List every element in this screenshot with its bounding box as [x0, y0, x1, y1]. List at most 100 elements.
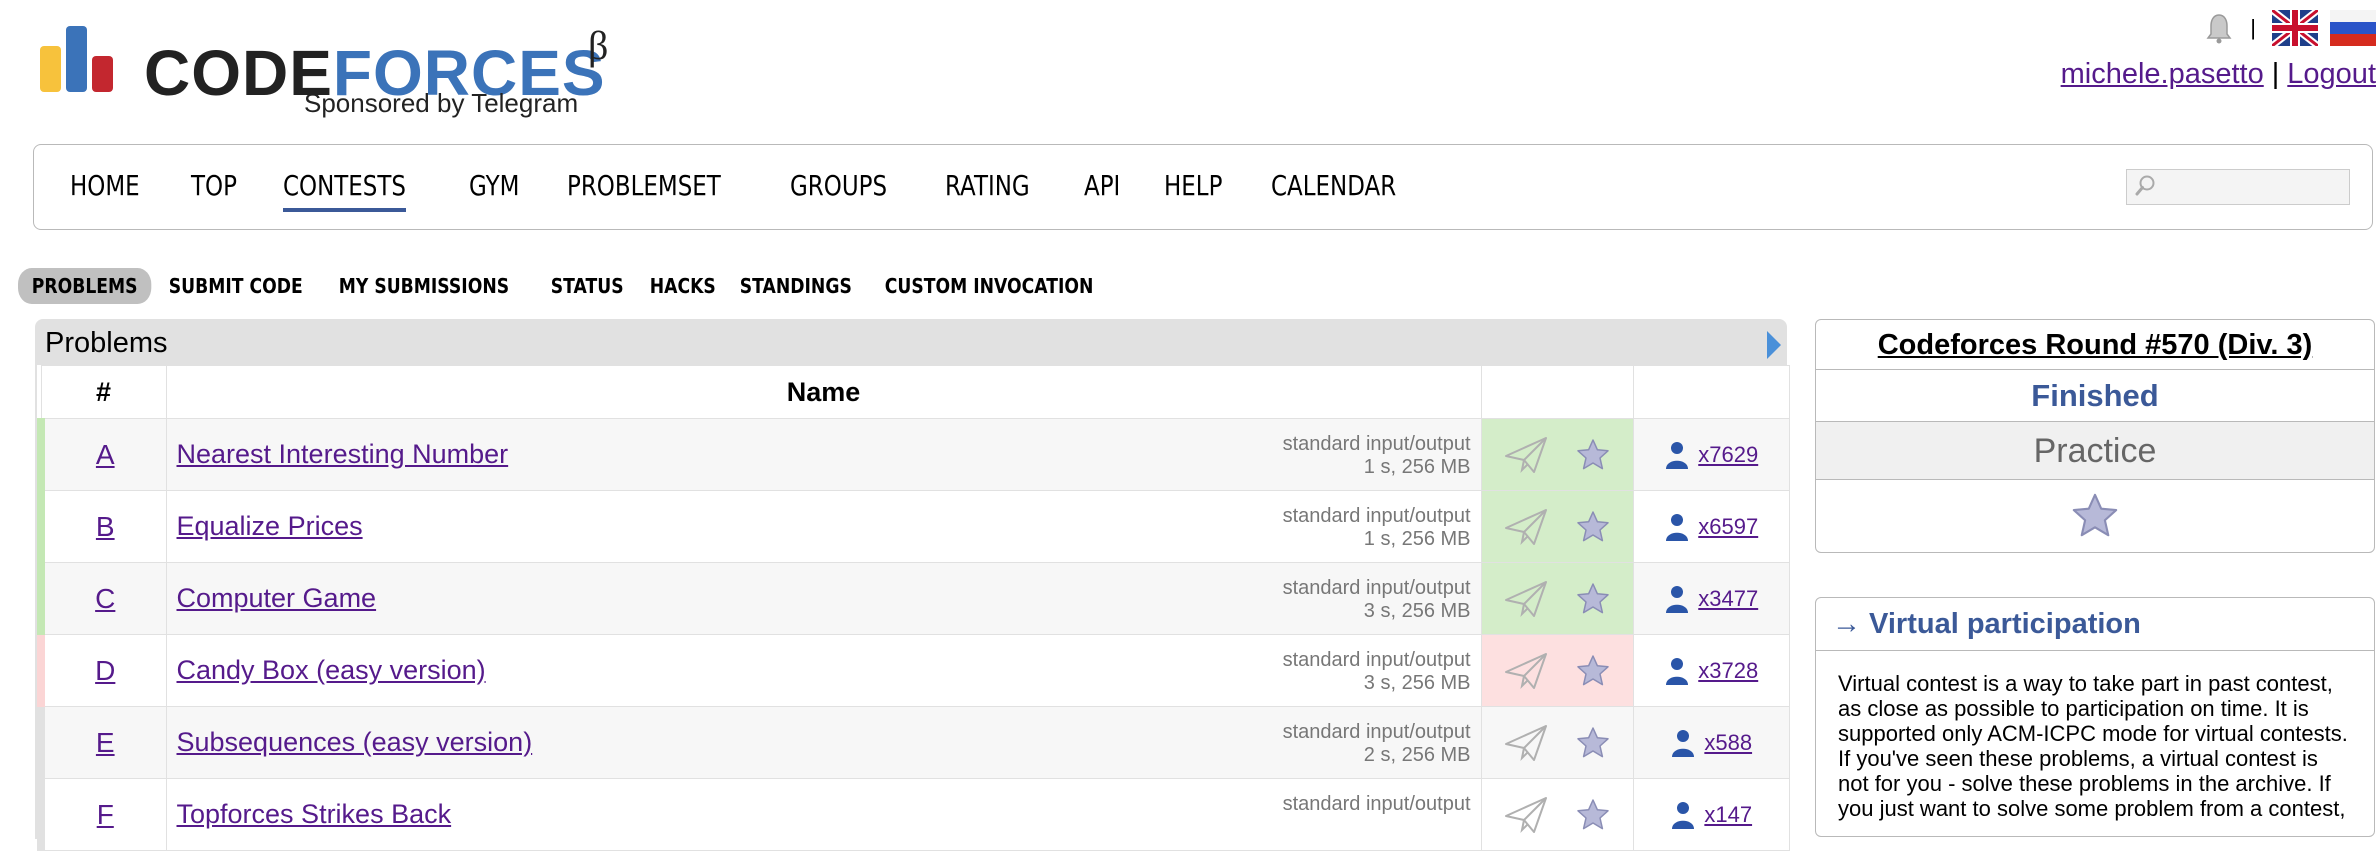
nav-help[interactable]: HELP	[1164, 169, 1222, 202]
logout-link[interactable]: Logout	[2287, 58, 2376, 90]
problem-actions-cell	[1480, 706, 1634, 779]
table-row: B Equalize Prices standard input/output …	[37, 490, 1790, 563]
favourite-star-icon[interactable]	[1576, 654, 1610, 688]
problem-index-cell: D	[37, 634, 167, 707]
contest-favourite-star-icon[interactable]	[2070, 492, 2120, 540]
nav-contests[interactable]: CONTESTS	[282, 169, 406, 212]
problem-solved-cell: x3477	[1632, 562, 1790, 635]
search-input[interactable]	[2126, 169, 2350, 205]
problem-limits: standard input/output 1 s, 256 MB	[1283, 505, 1471, 551]
problem-solved-cell: x3728	[1632, 634, 1790, 707]
virtual-participation-text: Virtual contest is a way to take part in…	[1838, 671, 2348, 821]
virtual-participation-title: → Virtual participation	[1816, 598, 2374, 651]
problem-time-memory: 3 s, 256 MB	[1363, 672, 1471, 694]
favourite-star-icon[interactable]	[1576, 510, 1610, 544]
problem-index-link[interactable]: E	[96, 727, 115, 758]
nav-gym[interactable]: GYM	[469, 169, 519, 202]
problem-index-link[interactable]: A	[96, 439, 115, 470]
expand-arrow-icon[interactable]	[1767, 331, 1781, 359]
nav-api[interactable]: API	[1084, 169, 1120, 202]
solved-count-link[interactable]: x3477	[1698, 586, 1758, 611]
main-menu: HOME TOP CONTESTS GYM PROBLEMSET GROUPS …	[33, 144, 2373, 230]
tab-problems[interactable]: PROBLEMS	[18, 268, 152, 304]
problem-index-cell: B	[37, 490, 167, 563]
submit-plane-icon[interactable]	[1504, 652, 1548, 690]
problem-actions-cell	[1480, 778, 1634, 851]
contest-info-box: Codeforces Round #570 (Div. 3) Finished …	[1815, 319, 2375, 553]
username-link[interactable]: michele.pasetto	[2061, 58, 2264, 90]
search-icon	[2135, 175, 2155, 196]
user-icon	[1671, 729, 1694, 757]
flag-uk-icon[interactable]	[2272, 10, 2318, 46]
nav-groups[interactable]: GROUPS	[790, 169, 887, 202]
codeforces-logo[interactable]: CODEFORCES β Sponsored by Telegram	[40, 22, 640, 122]
contest-name-row: Codeforces Round #570 (Div. 3)	[1816, 320, 2374, 370]
problem-index-link[interactable]: C	[95, 583, 115, 614]
user-icon	[1671, 801, 1694, 829]
problem-actions-cell	[1480, 490, 1634, 563]
solved-count-link[interactable]: x147	[1704, 802, 1752, 827]
problem-io: standard input/output	[1282, 793, 1471, 815]
col-actions-header	[1480, 365, 1634, 419]
tab-custom-invocation[interactable]: CUSTOM INVOCATION	[871, 268, 1107, 304]
contest-mode: Practice	[1816, 422, 2374, 480]
table-row: C Computer Game standard input/output 3 …	[37, 562, 1790, 635]
problems-box: Problems # Name A Nearest Interesting Nu…	[35, 319, 1790, 851]
nav-rating[interactable]: RATING	[945, 169, 1030, 202]
problem-name-cell: Computer Game standard input/output 3 s,…	[165, 562, 1482, 635]
favourite-star-icon[interactable]	[1576, 726, 1610, 760]
tab-my-submissions[interactable]: MY SUBMISSIONS	[325, 268, 523, 304]
problem-io: standard input/output	[1282, 433, 1471, 455]
table-row: D Candy Box (easy version) standard inpu…	[37, 634, 1790, 707]
problem-time-memory: 3 s, 256 MB	[1363, 600, 1471, 622]
tab-standings[interactable]: STANDINGS	[726, 268, 866, 304]
submit-plane-icon[interactable]	[1504, 508, 1548, 546]
problems-title: Problems	[45, 327, 168, 359]
submit-plane-icon[interactable]	[1504, 796, 1548, 834]
nav-calendar[interactable]: CALENDAR	[1271, 169, 1396, 202]
submit-plane-icon[interactable]	[1504, 724, 1548, 762]
problem-name-link[interactable]: Subsequences (easy version)	[177, 727, 533, 757]
user-icon	[1665, 585, 1688, 613]
table-header-row: # Name	[40, 365, 1790, 419]
problem-limits: standard input/output 2 s, 256 MB	[1283, 721, 1471, 767]
flag-ru-icon[interactable]	[2330, 10, 2376, 46]
problem-io: standard input/output	[1282, 577, 1471, 599]
solved-count-link[interactable]: x3728	[1698, 658, 1758, 683]
header-user-area: | michele.pasetto | Logout	[2061, 8, 2376, 91]
table-row: A Nearest Interesting Number standard in…	[37, 418, 1790, 491]
logo-beta: β	[588, 23, 609, 68]
nav-top[interactable]: TOP	[191, 169, 237, 202]
solved-count-link[interactable]: x588	[1704, 730, 1752, 755]
solved-count-link[interactable]: x6597	[1698, 514, 1758, 539]
problem-name-link[interactable]: Topforces Strikes Back	[177, 799, 452, 829]
submit-plane-icon[interactable]	[1504, 436, 1548, 474]
problem-index-cell: C	[37, 562, 167, 635]
problem-name-link[interactable]: Nearest Interesting Number	[177, 439, 509, 469]
problem-name-cell: Subsequences (easy version) standard inp…	[165, 706, 1482, 779]
tab-submit-code[interactable]: SUBMIT CODE	[155, 268, 316, 304]
favourite-star-icon[interactable]	[1576, 438, 1610, 472]
problem-actions-cell	[1480, 634, 1634, 707]
nav-home[interactable]: HOME	[70, 169, 140, 202]
submit-plane-icon[interactable]	[1504, 580, 1548, 618]
problem-index-link[interactable]: F	[97, 799, 114, 830]
problem-io: standard input/output	[1282, 649, 1471, 671]
problem-name-link[interactable]: Candy Box (easy version)	[177, 655, 486, 685]
problem-name-link[interactable]: Equalize Prices	[177, 511, 363, 541]
favourite-star-icon[interactable]	[1576, 798, 1610, 832]
tab-status[interactable]: STATUS	[537, 268, 637, 304]
bell-icon[interactable]	[2204, 12, 2234, 44]
nav-problemset[interactable]: PROBLEMSET	[567, 169, 721, 202]
problem-name-link[interactable]: Computer Game	[177, 583, 377, 613]
tab-hacks[interactable]: HACKS	[636, 268, 730, 304]
solved-count-link[interactable]: x7629	[1698, 442, 1758, 467]
problem-index-link[interactable]: D	[95, 655, 115, 686]
problem-actions-cell	[1480, 562, 1634, 635]
favourite-star-icon[interactable]	[1576, 582, 1610, 616]
problem-index-link[interactable]: B	[96, 511, 115, 542]
contest-name-link[interactable]: Codeforces Round #570 (Div. 3)	[1878, 329, 2313, 361]
logo-sponsor: Sponsored by Telegram	[304, 88, 579, 118]
contest-star-row	[1816, 480, 2374, 552]
problem-index-cell: A	[37, 418, 167, 491]
